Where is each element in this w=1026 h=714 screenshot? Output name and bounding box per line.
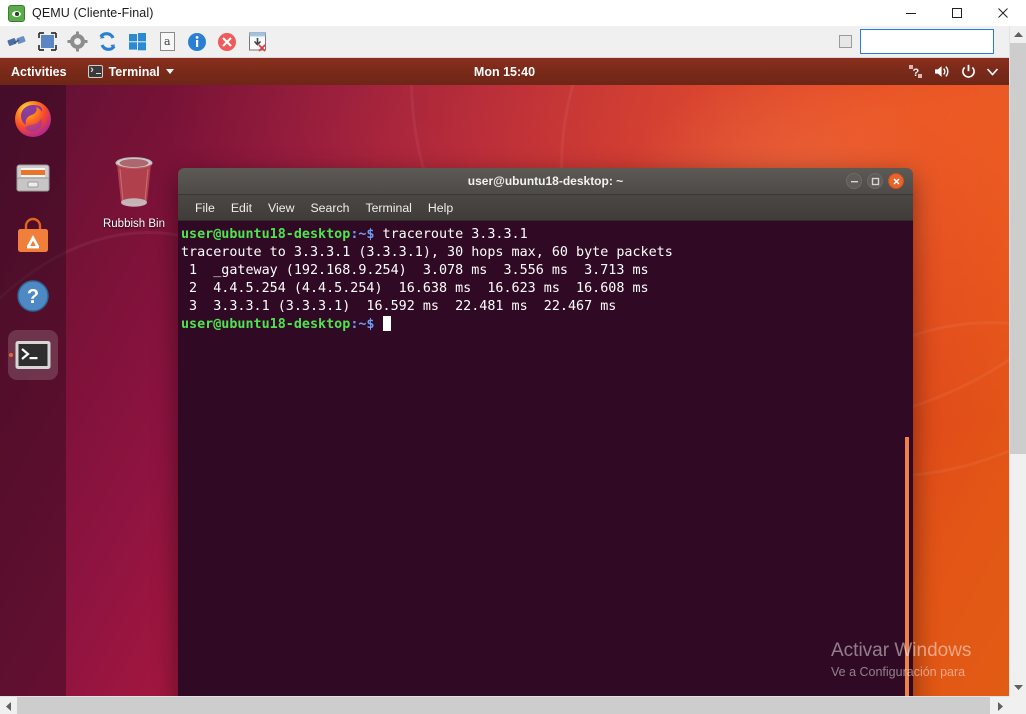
terminal-command [375, 317, 383, 332]
toolbar-text-input[interactable] [860, 29, 994, 54]
terminal-icon [88, 65, 103, 78]
horizontal-scrollbar[interactable] [0, 696, 1026, 714]
rubbish-bin-icon [108, 154, 160, 210]
help-question-icon: ? [13, 276, 53, 316]
shopping-bag-icon [13, 217, 53, 257]
dock-item-firefox[interactable] [8, 94, 58, 144]
toolbar-checkbox[interactable] [839, 35, 852, 48]
terminal-maximize-button[interactable] [867, 173, 883, 189]
vertical-scrollbar[interactable] [1009, 26, 1026, 696]
terminal-cursor [383, 316, 391, 331]
minimize-button[interactable] [888, 0, 934, 26]
menu-file[interactable]: File [187, 199, 223, 217]
prompt-path: :~$ [350, 317, 374, 332]
prompt-path: :~$ [350, 227, 374, 242]
svg-text:a: a [164, 35, 171, 48]
terminal-window[interactable]: user@ubuntu18-desktop: ~ File Edit View … [178, 168, 913, 696]
terminal-minimize-button[interactable] [846, 173, 862, 189]
host-window-controls [888, 0, 1026, 26]
close-button[interactable] [980, 0, 1026, 26]
terminal-title: user@ubuntu18-desktop: ~ [178, 174, 913, 188]
qemu-icon [8, 5, 25, 22]
terminal-output-area[interactable]: user@ubuntu18-desktop:~$ traceroute 3.3.… [178, 221, 913, 696]
menu-help[interactable]: Help [420, 199, 461, 217]
dock-item-help[interactable]: ? [8, 271, 58, 321]
terminal-line: user@ubuntu18-desktop:~$ traceroute 3.3.… [181, 226, 913, 244]
desktop-icon-label: Rubbish Bin [99, 218, 169, 230]
gnome-top-bar: Mon 15:40 Activities Terminal ? [0, 58, 1009, 85]
settings-gear-icon[interactable] [64, 29, 90, 55]
network-connect-icon[interactable] [4, 29, 30, 55]
text-document-icon[interactable]: a [154, 29, 180, 55]
dock-item-files[interactable] [8, 153, 58, 203]
windows-logo-icon[interactable] [124, 29, 150, 55]
desktop-icon-rubbish-bin[interactable]: Rubbish Bin [99, 154, 169, 230]
scrollbar-corner [1009, 696, 1026, 714]
scroll-left-button[interactable] [0, 697, 17, 714]
menu-search[interactable]: Search [302, 199, 357, 217]
dock-item-ubuntu-software[interactable] [8, 212, 58, 262]
menu-view[interactable]: View [260, 199, 302, 217]
cancel-icon[interactable] [214, 29, 240, 55]
vertical-scrollbar-thumb[interactable] [1010, 43, 1026, 454]
qemu-toolbar: a [0, 26, 1026, 58]
terminal-line: 3 3.3.3.1 (3.3.3.1) 16.592 ms 22.481 ms … [181, 298, 913, 316]
scroll-down-button[interactable] [1010, 679, 1026, 696]
terminal-window-controls [846, 173, 904, 189]
ubuntu-dock: ? [0, 85, 66, 696]
fullscreen-icon[interactable] [34, 29, 60, 55]
terminal-command: traceroute 3.3.3.1 [375, 227, 528, 242]
menu-terminal[interactable]: Terminal [357, 199, 419, 217]
terminal-line: traceroute to 3.3.3.1 (3.3.3.1), 30 hops… [181, 244, 913, 262]
scroll-right-button[interactable] [992, 697, 1009, 714]
dock-item-terminal[interactable] [8, 330, 58, 380]
firefox-icon [13, 99, 53, 139]
info-icon[interactable] [184, 29, 210, 55]
scroll-up-button[interactable] [1010, 26, 1026, 43]
vm-viewport[interactable]: Mon 15:40 Activities Terminal ? [0, 58, 1009, 696]
terminal-close-button[interactable] [888, 173, 904, 189]
terminal-menubar: File Edit View Search Terminal Help [178, 195, 913, 221]
clock[interactable]: Mon 15:40 [0, 65, 1009, 79]
file-cabinet-icon [13, 158, 53, 198]
prompt-user-host: user@ubuntu18-desktop [181, 227, 350, 242]
terminal-icon [13, 335, 53, 375]
terminal-line: user@ubuntu18-desktop:~$ [181, 316, 913, 334]
terminal-line: 1 _gateway (192.168.9.254) 3.078 ms 3.55… [181, 262, 913, 280]
terminal-titlebar[interactable]: user@ubuntu18-desktop: ~ [178, 168, 913, 195]
horizontal-scrollbar-thumb[interactable] [17, 697, 990, 714]
window-capture-icon[interactable] [244, 29, 270, 55]
svg-text:?: ? [27, 286, 39, 308]
prompt-user-host: user@ubuntu18-desktop [181, 317, 350, 332]
window-resize-edge[interactable] [905, 437, 909, 696]
terminal-line: 2 4.4.5.254 (4.4.5.254) 16.638 ms 16.623… [181, 280, 913, 298]
host-window-titlebar[interactable]: QEMU (Cliente-Final) [0, 0, 1026, 26]
refresh-icon[interactable] [94, 29, 120, 55]
menu-edit[interactable]: Edit [223, 199, 260, 217]
host-window-title: QEMU (Cliente-Final) [32, 6, 153, 20]
maximize-button[interactable] [934, 0, 980, 26]
